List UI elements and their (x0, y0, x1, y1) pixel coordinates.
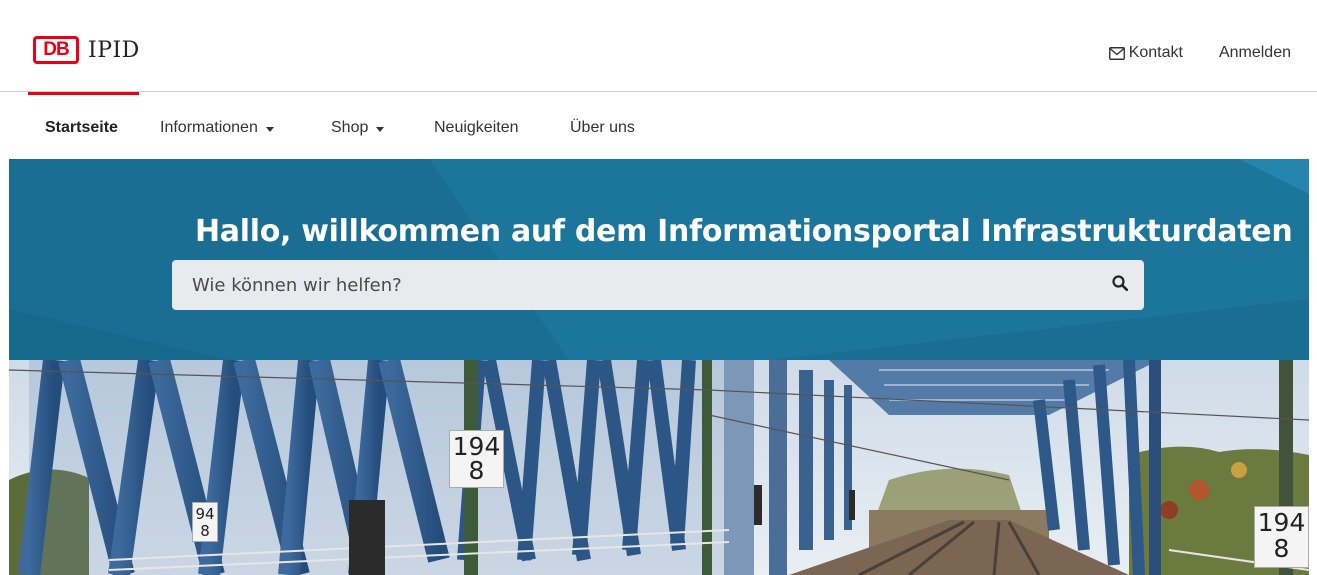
utility-links: Kontakt Anmelden (1108, 44, 1291, 62)
nav-item-label: Neuigkeiten (434, 119, 519, 136)
login-link[interactable]: Anmelden (1219, 44, 1291, 62)
hero-title-text: willkommen auf dem Informationsportal In… (291, 214, 1293, 249)
nav-item-informationen[interactable]: Informationen (160, 119, 274, 137)
db-ipid-logo[interactable]: DB IPID (33, 36, 140, 64)
kilometre-sign: 94 8 (192, 502, 218, 542)
kilometre-sign-top: 94 (195, 505, 215, 523)
nav-item-label: Informationen (160, 119, 258, 136)
search-input[interactable] (172, 260, 1096, 310)
contact-link[interactable]: Kontakt (1108, 44, 1183, 62)
nav-item-label: Über uns (570, 119, 635, 136)
nav-item-label: Startseite (45, 119, 118, 136)
nav-item-shop[interactable]: Shop (331, 119, 385, 137)
kilometre-sign: 194 8 (1254, 506, 1309, 568)
nav-item-label: Shop (331, 119, 369, 136)
nav-item-ueber-uns[interactable]: Über uns (570, 119, 635, 137)
kilometre-sign: 194 8 (449, 430, 504, 488)
hero-title: Hallo, willkommen auf dem Informationspo… (9, 214, 1309, 249)
caret-down-icon (265, 126, 274, 132)
main-navigation: Startseite Informationen Shop Neuigkeite… (0, 95, 1317, 159)
caret-down-icon (376, 126, 385, 132)
kilometre-sign-bottom: 8 (1273, 534, 1290, 563)
search-button[interactable] (1096, 260, 1144, 310)
contact-label: Kontakt (1128, 44, 1183, 61)
search-bar (172, 260, 1144, 310)
header-divider (0, 91, 1317, 92)
hero-photo-railway-bridge: 194 8 94 8 194 8 (9, 360, 1309, 575)
login-label: Anmelden (1218, 44, 1291, 61)
nav-item-startseite[interactable]: Startseite (45, 119, 118, 137)
envelope-icon (1108, 46, 1125, 60)
hero-greeting: Hallo, (195, 214, 292, 249)
db-logo-badge: DB (33, 36, 79, 64)
kilometre-sign-bottom: 8 (200, 522, 210, 540)
site-name: IPID (88, 37, 140, 63)
nav-item-neuigkeiten[interactable]: Neuigkeiten (434, 119, 519, 137)
kilometre-sign-top: 194 (1257, 508, 1306, 537)
hero-banner: Hallo, willkommen auf dem Informationspo… (9, 159, 1309, 360)
search-icon (1112, 274, 1129, 296)
kilometre-sign-bottom: 8 (468, 456, 485, 485)
top-header: DB IPID Kontakt Anmelden (0, 0, 1317, 92)
